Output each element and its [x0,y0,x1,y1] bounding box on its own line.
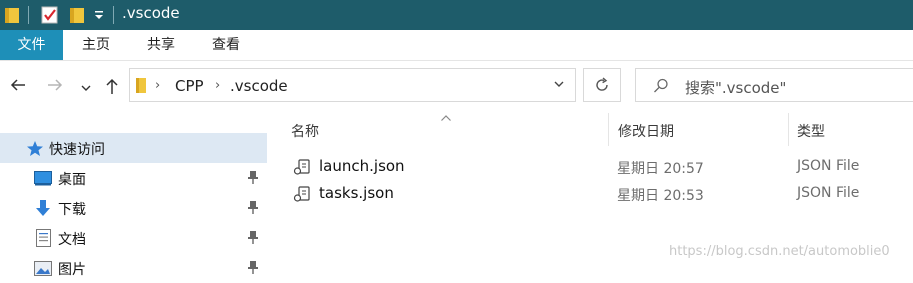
window-title: .vscode [122,4,180,22]
new-folder-icon[interactable] [69,5,85,29]
back-button[interactable] [9,77,27,98]
file-row[interactable]: launch.json 星期日 20:57 JSON File [290,154,913,180]
tab-view[interactable]: 查看 [195,30,257,60]
file-row[interactable]: tasks.json 星期日 20:53 JSON File [290,181,913,207]
file-name[interactable]: launch.json [319,157,405,175]
nav-item-label: 桌面 [58,172,86,188]
file-modified: 星期日 20:53 [617,188,704,204]
breadcrumb-cpp[interactable]: CPP [175,77,204,95]
nav-item-pictures[interactable]: 图片 [0,253,267,283]
title-bar: .vscode [0,0,913,30]
column-header-name[interactable]: 名称 [291,121,319,141]
search-input[interactable]: 搜索".vscode" [685,77,786,98]
vscode-json-icon [293,185,311,207]
refresh-icon [594,76,610,98]
pin-icon[interactable] [247,230,259,248]
tab-file[interactable]: 文件 [0,30,63,60]
documents-icon [36,229,51,251]
pin-icon[interactable] [247,200,259,218]
forward-button[interactable] [46,77,64,98]
nav-item-label: 下载 [58,202,86,218]
watermark: https://blog.csdn.net/automoblie0 [669,244,890,259]
file-name[interactable]: tasks.json [319,184,394,202]
file-type: JSON File [797,158,860,174]
tab-share[interactable]: 共享 [130,30,192,60]
sort-ascending-icon [440,110,452,126]
column-divider[interactable] [788,113,789,146]
breadcrumb-chevron-icon[interactable]: › [155,78,160,93]
address-dropdown-icon[interactable] [553,78,565,94]
nav-item-quick-access[interactable]: 快速访问 [0,133,267,163]
file-type: JSON File [797,185,860,201]
pin-icon[interactable] [247,260,259,278]
address-bar[interactable]: › CPP › .vscode [129,68,576,102]
toolbar-separator [28,6,29,24]
nav-item-downloads[interactable]: 下载 [0,193,267,223]
download-icon [35,199,51,221]
nav-item-desktop[interactable]: 桌面 [0,163,267,193]
folder-icon[interactable] [4,5,20,29]
desktop-icon [34,171,52,190]
vscode-json-icon [293,158,311,180]
navigation-pane: 快速访问 桌面 下载 文档 图片 [0,113,267,278]
folder-icon [135,77,147,99]
nav-item-label: 快速访问 [49,142,105,158]
star-icon [26,140,44,161]
breadcrumb-vscode[interactable]: .vscode [230,77,288,95]
column-header-modified[interactable]: 修改日期 [618,121,674,141]
column-header-type[interactable]: 类型 [797,121,825,141]
nav-item-documents[interactable]: 文档 [0,223,267,253]
search-icon [652,77,670,99]
refresh-button[interactable] [583,68,621,102]
recent-locations-chevron-icon[interactable] [80,79,92,99]
file-modified: 星期日 20:57 [617,161,704,177]
nav-item-label: 文档 [58,232,86,248]
ribbon: 文件 主页 共享 查看 [0,30,913,61]
search-box[interactable]: 搜索".vscode" [635,68,913,102]
properties-icon[interactable] [41,5,59,29]
nav-item-label: 图片 [58,262,86,278]
toolbar-separator [113,6,114,24]
up-button[interactable] [104,77,120,100]
column-divider[interactable] [608,113,609,146]
breadcrumb-chevron-icon[interactable]: › [215,78,220,93]
tab-home[interactable]: 主页 [66,30,126,60]
pin-icon[interactable] [247,170,259,188]
customize-quick-access-icon[interactable] [93,4,105,28]
